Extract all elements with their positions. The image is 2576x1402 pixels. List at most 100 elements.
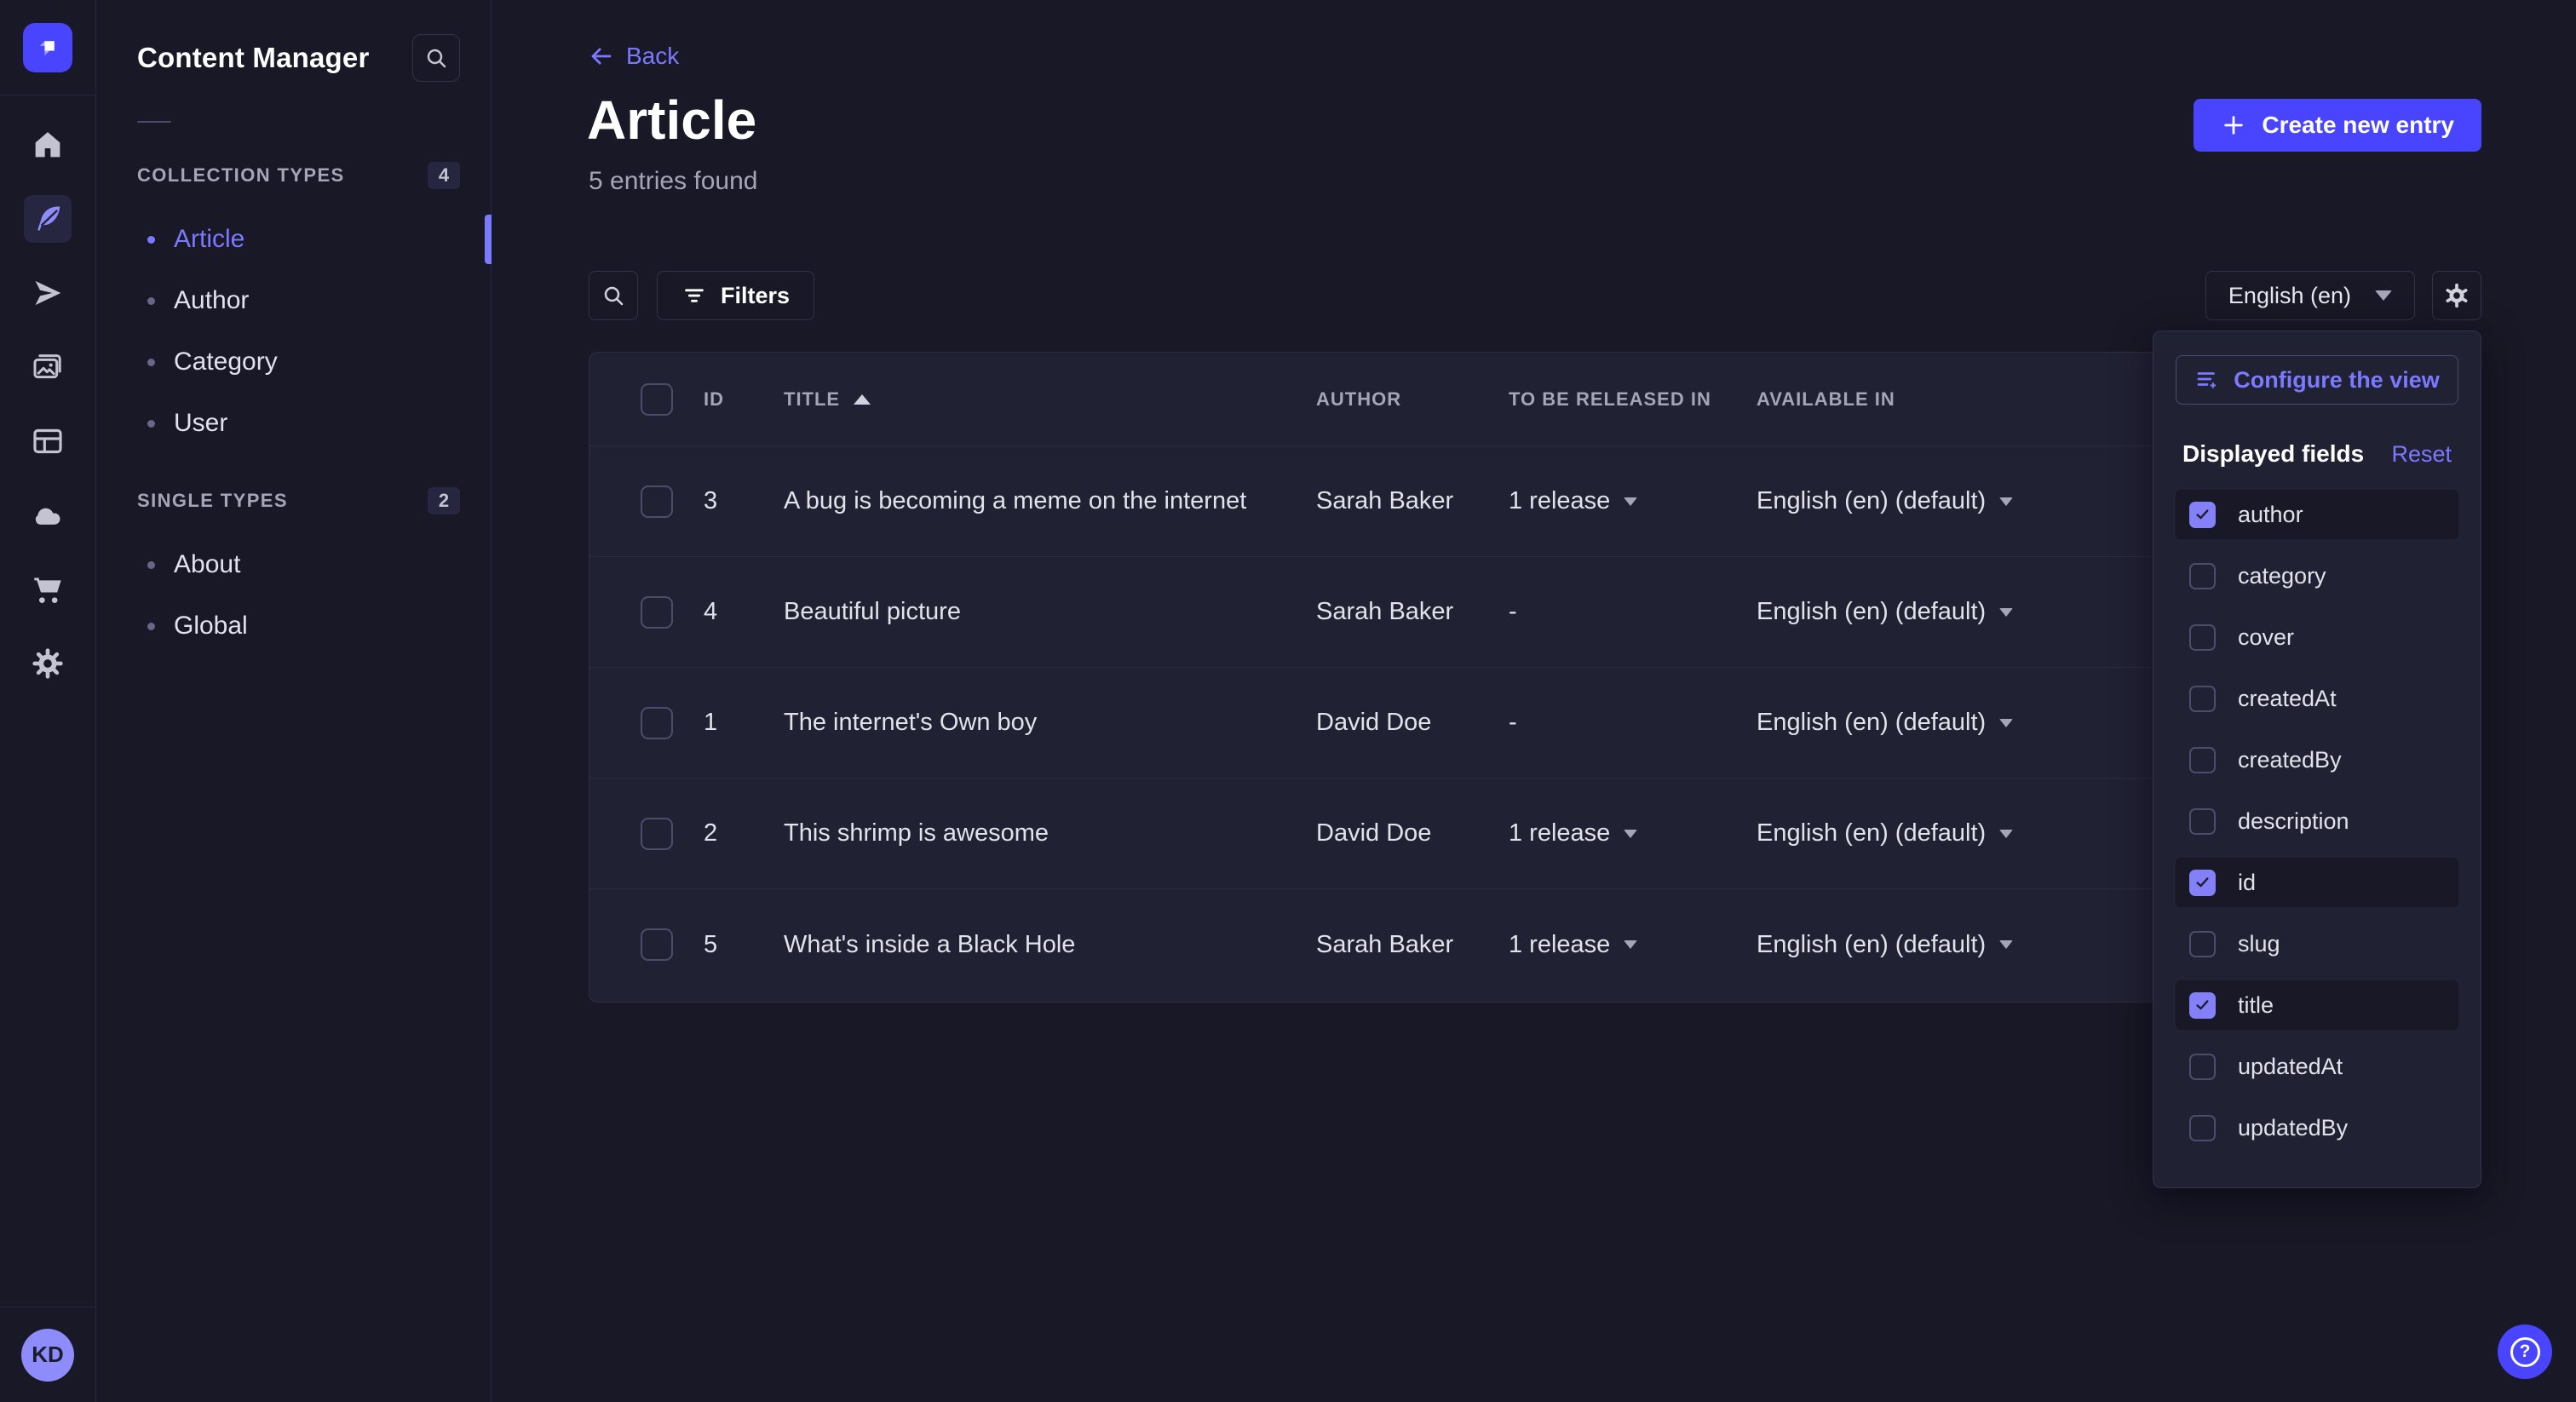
search-icon	[601, 283, 626, 308]
row-checkbox[interactable]	[641, 928, 673, 961]
rail-icon-list	[24, 121, 72, 687]
bullet-icon	[147, 623, 155, 630]
cell-id: 2	[704, 819, 784, 848]
help-button[interactable]: ?	[2498, 1324, 2552, 1379]
column-header-id[interactable]: ID	[704, 388, 784, 411]
filters-button[interactable]: Filters	[657, 271, 814, 320]
avatar[interactable]: KD	[21, 1329, 74, 1382]
page-title: Article	[587, 89, 756, 152]
chevron-down-icon	[1999, 940, 2013, 949]
checkbox[interactable]	[2189, 992, 2216, 1019]
sidebar-item-author[interactable]: Author	[137, 276, 460, 325]
row-checkbox[interactable]	[641, 486, 673, 518]
content-type-builder-icon[interactable]	[24, 417, 72, 465]
sidebar-item-label: Author	[174, 286, 249, 315]
checkbox[interactable]	[2189, 624, 2216, 651]
checkbox[interactable]	[2189, 747, 2216, 773]
settings-gear-icon[interactable]	[24, 640, 72, 687]
field-toggle-createdAt[interactable]: createdAt	[2176, 674, 2458, 723]
sidebar-item-category[interactable]: Category	[137, 337, 460, 387]
cell-author: Sarah Baker	[1316, 931, 1509, 959]
check-icon	[2194, 505, 2212, 524]
field-toggle-updatedAt[interactable]: updatedAt	[2176, 1042, 2458, 1091]
field-toggle-id[interactable]: id	[2176, 858, 2458, 907]
create-new-entry-button[interactable]: Create new entry	[2194, 99, 2481, 152]
cell-id: 3	[704, 487, 784, 515]
column-header-released[interactable]: TO BE RELEASED IN	[1509, 388, 1757, 411]
cell-released[interactable]: -	[1509, 598, 1757, 626]
home-icon[interactable]	[24, 121, 72, 169]
sidebar-search-button[interactable]	[412, 34, 460, 82]
filter-icon	[681, 283, 707, 308]
checkbox[interactable]	[2189, 686, 2216, 712]
bullet-icon	[147, 236, 155, 244]
media-library-icon[interactable]	[24, 343, 72, 391]
reset-button[interactable]: Reset	[2391, 441, 2452, 468]
arrow-left-icon	[589, 43, 614, 69]
cell-title: This shrimp is awesome	[784, 819, 1316, 848]
marketplace-cart-icon[interactable]	[24, 566, 72, 613]
content-manager-feather-icon[interactable]	[24, 195, 72, 243]
field-toggle-updatedBy[interactable]: updatedBy	[2176, 1103, 2458, 1152]
cell-id: 5	[704, 931, 784, 959]
row-checkbox[interactable]	[641, 707, 673, 739]
cell-author: Sarah Baker	[1316, 487, 1509, 515]
chevron-down-icon	[1624, 497, 1637, 506]
cloud-icon[interactable]	[24, 491, 72, 539]
single-types-section: SINGLE TYPES 2 About Global	[137, 487, 460, 651]
view-settings-button[interactable]	[2432, 271, 2481, 320]
field-toggle-cover[interactable]: cover	[2176, 612, 2458, 662]
cell-title: A bug is becoming a meme on the internet	[784, 487, 1316, 515]
checkbox[interactable]	[2189, 931, 2216, 957]
sidebar-divider	[137, 121, 171, 123]
content-manager-sidebar: Content Manager COLLECTION TYPES 4 Artic…	[96, 0, 492, 1402]
sidebar-item-user[interactable]: User	[137, 399, 460, 448]
field-toggle-slug[interactable]: slug	[2176, 919, 2458, 968]
sidebar-item-global[interactable]: Global	[137, 601, 460, 651]
main-content: Back Article 5 entries found Create new …	[492, 0, 2576, 1402]
cell-released[interactable]: 1 release	[1509, 931, 1757, 959]
cell-author: David Doe	[1316, 819, 1509, 848]
section-label: COLLECTION TYPES	[137, 164, 345, 187]
sidebar-item-about[interactable]: About	[137, 540, 460, 589]
configure-view-button[interactable]: Configure the view	[2176, 355, 2458, 405]
chevron-down-icon	[1999, 719, 2013, 727]
field-toggle-category[interactable]: category	[2176, 551, 2458, 600]
cell-author: David Doe	[1316, 709, 1509, 737]
checkbox[interactable]	[2189, 1054, 2216, 1080]
sidebar-item-article[interactable]: Article	[137, 215, 460, 264]
sidebar-item-label: Category	[174, 348, 278, 376]
table-search-button[interactable]	[589, 271, 638, 320]
sort-ascending-icon	[854, 394, 871, 405]
view-settings-popover: Configure the view Displayed fields Rese…	[2153, 330, 2481, 1188]
collection-types-section: COLLECTION TYPES 4 Article Author Catego…	[137, 162, 460, 448]
sidebar-item-label: About	[174, 550, 240, 579]
checkbox[interactable]	[2189, 870, 2216, 896]
cell-title: What's inside a Black Hole	[784, 931, 1316, 959]
field-toggle-description[interactable]: description	[2176, 796, 2458, 846]
cell-released[interactable]: 1 release	[1509, 819, 1757, 848]
row-checkbox[interactable]	[641, 596, 673, 629]
column-header-title[interactable]: TITLE	[784, 388, 1316, 411]
checkbox[interactable]	[2189, 808, 2216, 835]
checkbox[interactable]	[2189, 1115, 2216, 1141]
field-toggle-createdBy[interactable]: createdBy	[2176, 735, 2458, 784]
cell-released[interactable]: 1 release	[1509, 487, 1757, 515]
field-toggle-author[interactable]: author	[2176, 490, 2458, 539]
chevron-down-icon	[1624, 940, 1637, 949]
select-all-checkbox[interactable]	[641, 383, 673, 416]
column-header-author[interactable]: AUTHOR	[1316, 388, 1509, 411]
checkbox[interactable]	[2189, 563, 2216, 589]
field-toggle-title[interactable]: title	[2176, 980, 2458, 1030]
row-checkbox[interactable]	[641, 818, 673, 850]
locale-select[interactable]: English (en)	[2205, 271, 2415, 320]
back-link[interactable]: Back	[589, 43, 679, 70]
cell-author: Sarah Baker	[1316, 598, 1509, 626]
sidebar-item-label: User	[174, 409, 227, 438]
cell-released[interactable]: -	[1509, 709, 1757, 737]
release-plane-icon[interactable]	[24, 269, 72, 317]
section-label: SINGLE TYPES	[137, 490, 288, 512]
checkbox[interactable]	[2189, 502, 2216, 528]
strapi-logo[interactable]	[23, 23, 72, 72]
strapi-logo-glyph	[33, 33, 62, 62]
